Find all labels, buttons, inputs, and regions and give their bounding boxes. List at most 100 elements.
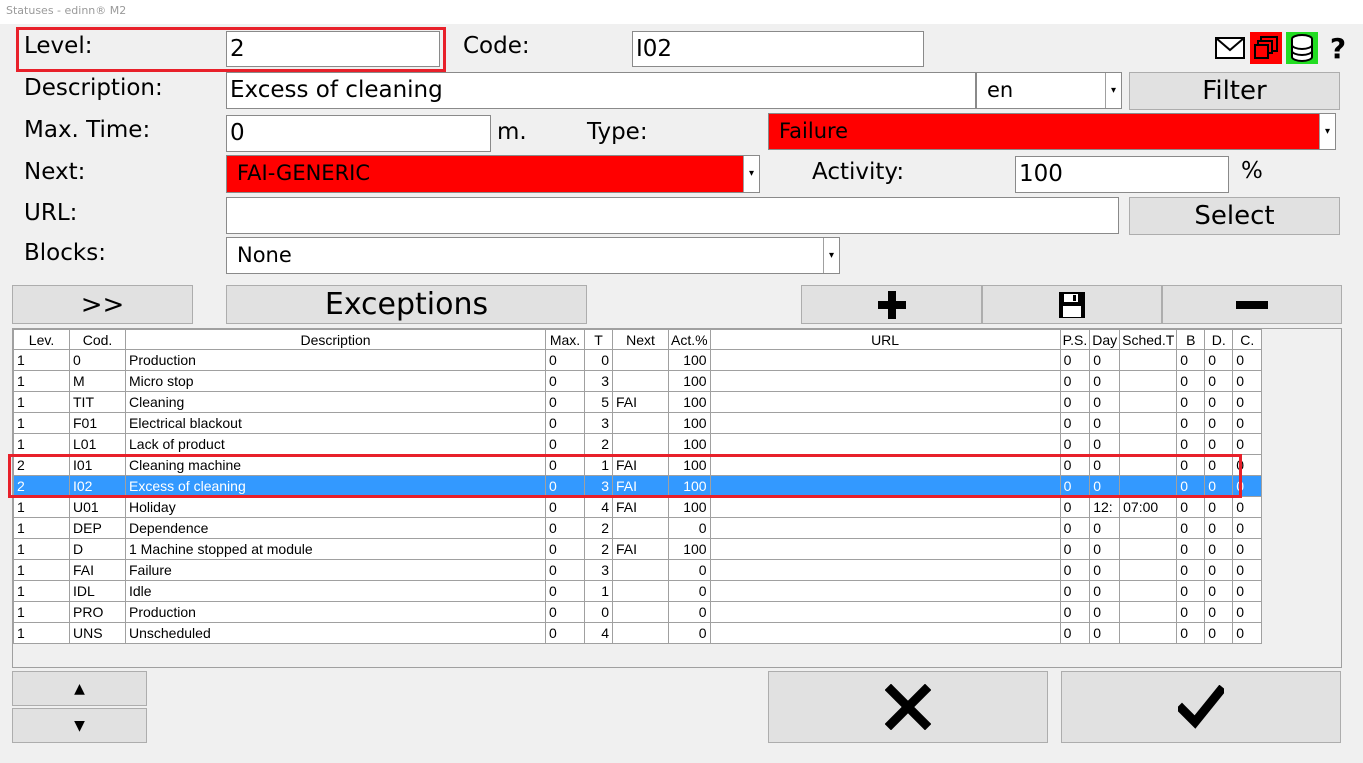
minus-icon (1236, 300, 1268, 309)
table-cell: 0 (1204, 391, 1234, 413)
table-row[interactable]: 1 M Micro stop 0 3 100 0 0 0 0 0 (13, 370, 1263, 392)
table-cell: 0 (545, 496, 585, 518)
database-icon[interactable] (1286, 32, 1318, 64)
table-cell: 0 (1059, 622, 1091, 644)
help-icon[interactable]: ? (1322, 32, 1354, 65)
save-button[interactable] (982, 285, 1162, 324)
column-header[interactable]: Day (1089, 329, 1121, 350)
activity-field[interactable]: 100 (1015, 156, 1229, 193)
column-header[interactable]: P.S. (1059, 329, 1091, 350)
column-header[interactable]: Next (612, 329, 669, 350)
filter-button[interactable]: Filter (1129, 72, 1340, 110)
table-row[interactable]: 2 I01 Cleaning machine 0 1 FAI 100 0 0 0 0 0 (13, 454, 1263, 476)
table-cell (612, 517, 669, 539)
table-cell: 0 (1059, 433, 1091, 455)
blocks-select[interactable]: None ▾ (226, 237, 840, 274)
add-button[interactable] (801, 285, 982, 324)
table-row[interactable]: 1 IDL Idle 0 1 0 0 0 0 0 0 (13, 580, 1263, 602)
type-select[interactable]: Failure ▾ (768, 113, 1336, 150)
table-cell: 0 (1232, 454, 1263, 476)
table-cell (612, 433, 669, 455)
table-row[interactable]: 1 0 Production 0 0 100 0 0 0 0 0 (13, 349, 1263, 371)
table-cell (1119, 475, 1178, 497)
table-row[interactable]: 1D1 Machine stopped at module 0 2 FAI 100 0 0 0… (13, 538, 1263, 560)
table-cell: 0 (1204, 454, 1234, 476)
mail-icon[interactable] (1214, 32, 1246, 64)
table-row[interactable]: 1 U01 Holiday 0 4 FAI 100 0 12: 07:00 0 0 0 (13, 496, 1263, 518)
table-cell: 0 (1232, 391, 1263, 413)
table-cell: 0 (1232, 517, 1263, 539)
table-cell (1119, 517, 1178, 539)
forward-button[interactable]: >> (12, 285, 193, 324)
table-cell: 0 (1204, 538, 1234, 560)
table-cell: IDL (69, 580, 126, 602)
description-field[interactable]: Excess of cleaning (226, 72, 976, 109)
ok-button[interactable] (1061, 671, 1341, 743)
column-header[interactable]: Lev. (13, 329, 70, 350)
column-header[interactable]: Act.% (668, 329, 711, 350)
table-cell: 0 (1089, 538, 1121, 560)
url-field[interactable] (226, 197, 1119, 234)
table-cell: 0 (545, 538, 585, 560)
table-cell: 0 (1232, 412, 1263, 434)
table-cell: 0 (1089, 580, 1121, 602)
table-cell: Dependence (125, 517, 546, 539)
table-cell (709, 475, 1061, 497)
table-cell: 0 (545, 601, 585, 623)
column-header[interactable]: T (584, 329, 613, 350)
column-header[interactable]: D. (1204, 329, 1234, 350)
language-select[interactable]: en ▾ (976, 72, 1122, 109)
table-cell: 3 (584, 475, 613, 497)
dropdown-arrow-icon[interactable]: ▾ (1319, 114, 1335, 149)
table-row[interactable]: 1 DEP Dependence 0 2 0 0 0 0 0 0 (13, 517, 1263, 539)
move-down-button[interactable]: ▼ (12, 708, 147, 743)
windows-icon[interactable] (1250, 32, 1282, 64)
table-cell: 0 (1204, 517, 1234, 539)
dropdown-arrow-icon[interactable]: ▾ (823, 238, 839, 273)
table-row[interactable]: 1 F01 Electrical blackout 0 3 100 0 0 0 0 0 (13, 412, 1263, 434)
table-row[interactable]: 1 FAI Failure 0 3 0 0 0 0 0 0 (13, 559, 1263, 581)
select-button[interactable]: Select (1129, 197, 1340, 235)
table-cell (1119, 433, 1178, 455)
table-cell: 0 (545, 559, 585, 581)
table-row[interactable]: 1 TIT Cleaning 0 5 FAI 100 0 0 0 0 0 (13, 391, 1263, 413)
table-cell: 0 (1232, 349, 1263, 371)
move-up-button[interactable]: ▲ (12, 671, 147, 706)
table-row[interactable]: 2 I02 Excess of cleaning 0 3 FAI 100 0 0 0 0 0 (13, 475, 1263, 497)
table-cell (709, 391, 1061, 413)
column-header[interactable]: URL (709, 329, 1061, 350)
language-value: en (987, 78, 1014, 102)
table-cell (1119, 601, 1178, 623)
table-cell: 0 (1204, 370, 1234, 392)
table-cell: 0 (584, 349, 613, 371)
code-field[interactable]: I02 (632, 31, 924, 67)
column-header[interactable]: Sched.T (1119, 329, 1178, 350)
table-cell: 0 (1232, 559, 1263, 581)
max-time-field[interactable]: 0 (226, 115, 491, 152)
table-cell: 0 (1204, 622, 1234, 644)
exceptions-button[interactable]: Exceptions (226, 285, 587, 324)
table-cell: 0 (545, 580, 585, 602)
table-row[interactable]: 1 L01 Lack of product 0 2 100 0 0 0 0 0 (13, 433, 1263, 455)
window-title: Statuses - edinn® M2 (0, 0, 1363, 24)
table-cell (1119, 559, 1178, 581)
cancel-button[interactable] (768, 671, 1048, 743)
column-header[interactable]: B (1176, 329, 1206, 350)
table-cell: 1 (13, 622, 70, 644)
dropdown-arrow-icon[interactable]: ▾ (1105, 73, 1121, 108)
table-cell: 0 (545, 475, 585, 497)
remove-button[interactable] (1162, 285, 1342, 324)
next-select[interactable]: FAI-GENERIC ▾ (226, 155, 760, 193)
column-header[interactable]: Max. (545, 329, 585, 350)
table-cell: 0 (1059, 559, 1091, 581)
table-row[interactable]: 1 UNS Unscheduled 0 4 0 0 0 0 0 0 (13, 622, 1263, 644)
table-row[interactable]: 1 PRO Production 0 0 0 0 0 0 0 0 (13, 601, 1263, 623)
column-header[interactable]: C. (1232, 329, 1263, 350)
table-cell: FAI (612, 391, 669, 413)
column-header[interactable]: Cod. (69, 329, 126, 350)
status-table-container[interactable]: Lev. Cod. Description Max. T Next Act.% URL P.S.… (12, 328, 1342, 668)
table-cell: L01 (69, 433, 126, 455)
next-label: Next: (24, 159, 86, 185)
dropdown-arrow-icon[interactable]: ▾ (743, 156, 759, 192)
column-header[interactable]: Description (125, 329, 546, 350)
